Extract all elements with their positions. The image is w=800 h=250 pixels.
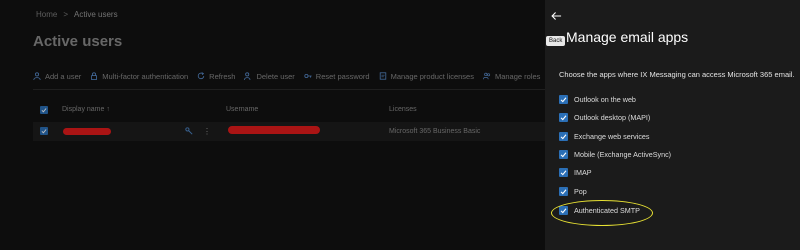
- checkmark-icon: [560, 114, 567, 120]
- option-mobile-activesync[interactable]: Mobile (Exchange ActiveSync): [559, 149, 671, 159]
- back-arrow-icon: [550, 12, 561, 20]
- panel-title: Manage email apps: [566, 29, 689, 45]
- exchange-web-services-label: Exchange web services: [574, 131, 650, 141]
- exchange-web-services-checkbox[interactable]: [559, 131, 568, 141]
- outlook-web-checkbox[interactable]: [559, 94, 568, 104]
- back-button[interactable]: [549, 9, 563, 23]
- back-tooltip: Back: [546, 36, 566, 46]
- mobile-activesync-checkbox[interactable]: [559, 149, 568, 159]
- option-exchange-web-services[interactable]: Exchange web services: [559, 131, 650, 141]
- option-pop[interactable]: Pop: [559, 186, 587, 196]
- overlay-scrim[interactable]: [0, 0, 545, 250]
- checkmark-icon: [560, 96, 567, 102]
- imap-checkbox[interactable]: [559, 167, 568, 177]
- outlook-web-label: Outlook on the web: [574, 94, 636, 104]
- mobile-activesync-label: Mobile (Exchange ActiveSync): [574, 149, 672, 159]
- imap-label: IMAP: [574, 167, 592, 177]
- outlook-desktop-checkbox[interactable]: [559, 112, 568, 122]
- checkmark-icon: [560, 151, 567, 157]
- checkmark-icon: [560, 169, 567, 175]
- checkmark-icon: [560, 188, 567, 194]
- outlook-desktop-label: Outlook desktop (MAPI): [574, 112, 651, 122]
- panel-description: Choose the apps where IX Messaging can a…: [559, 70, 795, 79]
- smtp-highlight-annotation: [551, 200, 653, 226]
- option-outlook-web[interactable]: Outlook on the web: [559, 94, 636, 104]
- pop-label: Pop: [574, 186, 587, 196]
- checkmark-icon: [560, 133, 567, 139]
- option-imap[interactable]: IMAP: [559, 167, 592, 177]
- pop-checkbox[interactable]: [559, 186, 568, 196]
- option-outlook-desktop[interactable]: Outlook desktop (MAPI): [559, 112, 650, 122]
